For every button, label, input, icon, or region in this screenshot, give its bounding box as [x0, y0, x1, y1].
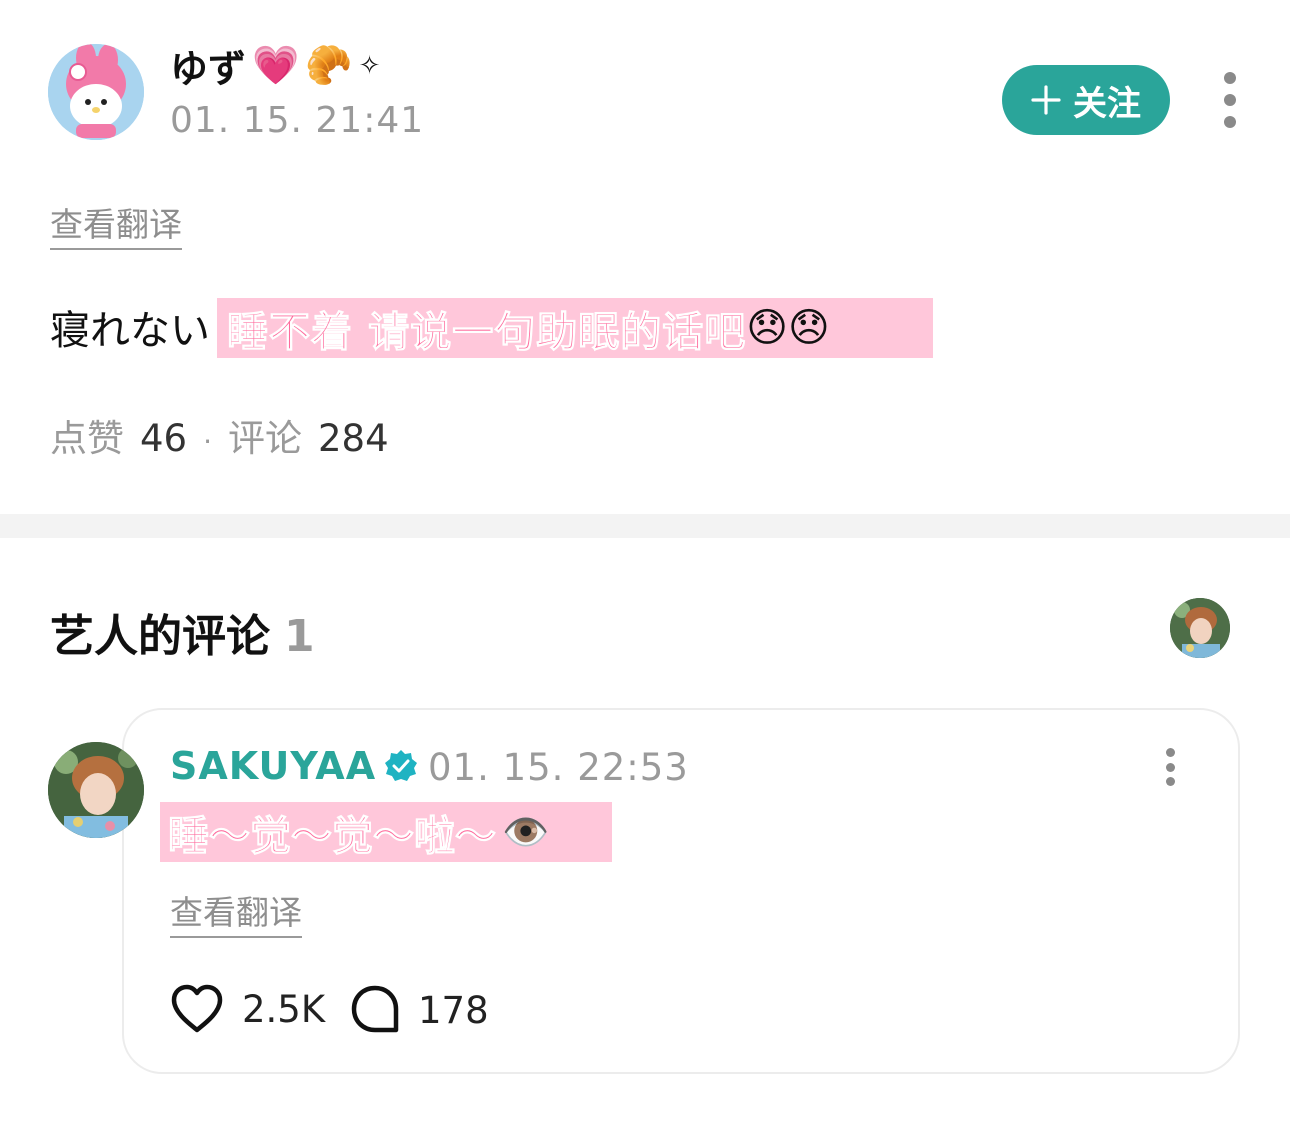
follow-button[interactable]: 关注	[1002, 65, 1170, 135]
post-timestamp: 01. 15. 21:41	[170, 100, 425, 141]
comment-translation-sticker: 睡～觉～觉～啦～ 👁️	[160, 802, 612, 862]
artist-comments-heading: 艺人的评论 1	[50, 600, 315, 664]
more-vertical-icon	[1165, 748, 1175, 757]
plus-icon	[1031, 85, 1061, 115]
comment-sticker-text: 睡～觉～觉～啦～	[168, 812, 497, 861]
comments-label: 评论	[228, 417, 302, 460]
likes-count: 46	[140, 417, 188, 460]
post-translate-link[interactable]: 查看翻译	[50, 198, 182, 250]
comment-like-count: 2.5K	[242, 987, 326, 1031]
artist-photo	[1170, 598, 1230, 658]
comment-translate-link[interactable]: 查看翻译	[170, 886, 302, 938]
comment-author-name[interactable]: SAKUYAA	[170, 744, 418, 788]
comment-timestamp: 01. 15. 22:53	[428, 746, 689, 789]
comment-more-button[interactable]	[1158, 748, 1182, 786]
verified-badge-icon	[385, 750, 418, 781]
heart-outline-icon	[171, 984, 223, 1033]
follow-button-label: 关注	[1073, 83, 1141, 124]
post-body-text: 寝れない	[50, 308, 210, 354]
pink-heart-emoji: 💗	[252, 43, 300, 87]
disappointed-face-emojis: 😞😞	[746, 305, 830, 351]
username-text: ゆず	[170, 47, 247, 91]
speech-bubble-icon	[351, 985, 399, 1033]
artist-comments-title: 艺人的评论	[50, 611, 270, 662]
artist-comments-count: 1	[284, 611, 315, 662]
artist-avatar-small[interactable]	[1170, 598, 1230, 658]
comment-reply-count: 178	[418, 988, 489, 1032]
comment-author-avatar[interactable]	[48, 742, 144, 838]
post-sticker-text: 睡不着 请说一句助眠的话吧	[226, 308, 747, 357]
comments-count: 284	[318, 417, 389, 460]
more-vertical-icon	[1224, 72, 1236, 84]
eye-emoji: 👁️	[502, 809, 550, 854]
artist-photo	[48, 742, 144, 838]
post-more-button[interactable]	[1212, 72, 1248, 128]
sparkle-emoji: ✧	[358, 50, 381, 81]
croissant-emoji: 🥐	[305, 43, 353, 87]
post-translation-sticker: 睡不着 请说一句助眠的话吧 😞😞	[217, 298, 933, 358]
post-username[interactable]: ゆず 💗 🥐 ✧	[170, 38, 380, 93]
comment-like-button[interactable]: 2.5K	[170, 984, 325, 1034]
section-divider	[0, 514, 1290, 538]
artist-name-text: SAKUYAA	[170, 744, 377, 788]
user-avatar[interactable]	[48, 44, 144, 140]
my-melody-avatar-image	[48, 44, 144, 140]
stats-separator: ·	[203, 425, 212, 458]
likes-label: 点赞	[50, 417, 124, 460]
comment-reply-button[interactable]: 178	[350, 984, 489, 1036]
post-stats: 点赞 46 · 评论 284	[50, 408, 389, 462]
